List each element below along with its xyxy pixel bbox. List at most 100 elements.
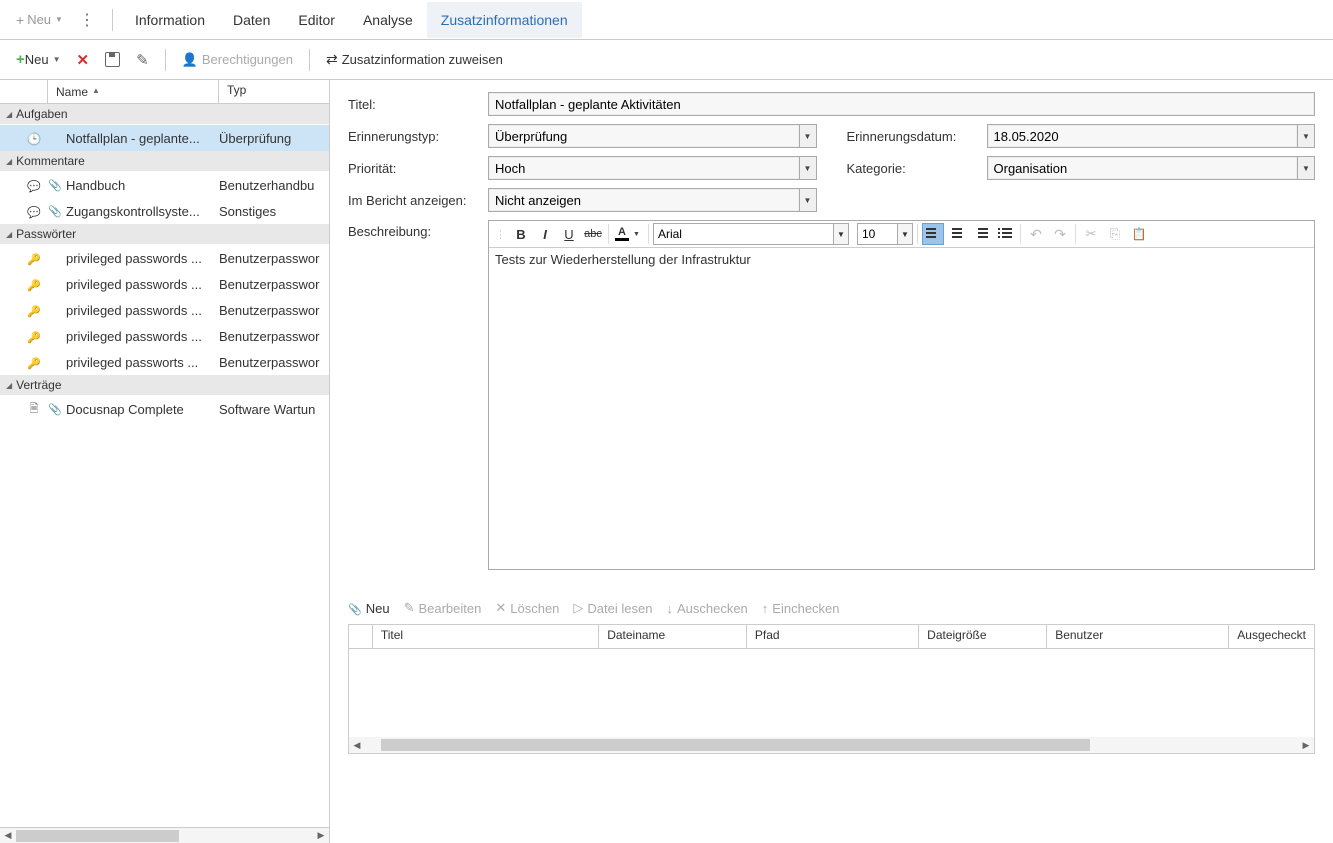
font-name-select[interactable]: ▼: [653, 223, 849, 245]
tab-analyse[interactable]: Analyse: [349, 2, 427, 38]
list-item[interactable]: Docusnap CompleteSoftware Wartun: [0, 396, 329, 422]
input-erinnerungstyp[interactable]: [488, 124, 799, 148]
group-header[interactable]: ◢Verträge: [0, 375, 329, 396]
column-benutzer[interactable]: Benutzer: [1047, 625, 1229, 648]
paperclip-icon: [48, 204, 62, 218]
clock-icon: [20, 131, 48, 146]
column-ausgecheckt[interactable]: Ausgecheckt: [1229, 625, 1314, 648]
scroll-right-icon[interactable]: ▶: [1298, 740, 1314, 751]
attachments-section: Neu ✎ Bearbeiten ✕ Löschen ▷ Datei lesen…: [348, 596, 1315, 754]
scroll-left-icon[interactable]: ◀: [0, 830, 16, 841]
horizontal-scrollbar[interactable]: ◀ ▶: [0, 827, 329, 843]
attachment-new-button[interactable]: Neu: [348, 601, 390, 616]
label-erinnerungstyp: Erinnerungstyp:: [348, 129, 488, 144]
sidebar-tree[interactable]: ◢AufgabenNotfallplan - geplante...Überpr…: [0, 104, 329, 827]
column-titel[interactable]: Titel: [373, 625, 599, 648]
list-item[interactable]: privileged passworts ...Benutzerpasswor: [0, 349, 329, 375]
group-header[interactable]: ◢Kommentare: [0, 151, 329, 172]
plus-icon: +: [16, 51, 25, 68]
input-prioritaet[interactable]: [488, 156, 799, 180]
font-name-input[interactable]: [653, 223, 833, 245]
separator: [309, 49, 310, 71]
column-blank[interactable]: [349, 625, 373, 648]
editor-content[interactable]: Tests zur Wiederherstellung der Infrastr…: [489, 248, 1314, 569]
more-menu[interactable]: ⋮: [71, 10, 104, 30]
swap-icon: [326, 51, 338, 68]
font-color-button[interactable]: A ▼: [613, 223, 644, 245]
tab-information[interactable]: Information: [121, 2, 219, 38]
sidebar: Name ▲ Typ ◢AufgabenNotfallplan - geplan…: [0, 80, 330, 843]
list-item[interactable]: privileged passwords ...Benutzerpasswor: [0, 297, 329, 323]
tab-editor[interactable]: Editor: [284, 2, 349, 38]
rich-text-editor: ⋮ B I U abc A ▼ ▼: [488, 220, 1315, 570]
align-left-button[interactable]: [922, 223, 944, 245]
paperclip-icon: [48, 402, 62, 416]
label-kategorie: Kategorie:: [847, 161, 987, 176]
label-prioritaet: Priorität:: [348, 161, 488, 176]
input-kategorie[interactable]: [987, 156, 1298, 180]
item-name: privileged passworts ...: [62, 355, 219, 370]
comment-icon: [20, 178, 48, 193]
list-item[interactable]: Zugangskontrollsyste...Sonstiges: [0, 198, 329, 224]
bullet-list-button[interactable]: [994, 223, 1016, 245]
group-header[interactable]: ◢Aufgaben: [0, 104, 329, 125]
new-button[interactable]: + Neu ▼: [8, 47, 69, 72]
list-item[interactable]: privileged passwords ...Benutzerpasswor: [0, 245, 329, 271]
key-icon: [20, 329, 48, 344]
align-center-button[interactable]: [946, 223, 968, 245]
delete-button[interactable]: ✕: [69, 47, 98, 73]
pencil-icon: ✎: [404, 600, 415, 616]
font-size-select[interactable]: ▼: [857, 223, 913, 245]
close-icon: ✕: [495, 600, 506, 616]
bold-button[interactable]: B: [510, 223, 532, 245]
dropdown-button[interactable]: ▼: [799, 188, 817, 212]
attachments-toolbar: Neu ✎ Bearbeiten ✕ Löschen ▷ Datei lesen…: [348, 596, 1315, 624]
column-typ[interactable]: Typ: [219, 80, 329, 103]
horizontal-scrollbar[interactable]: ◀ ▶: [349, 737, 1314, 753]
scroll-left-icon[interactable]: ◀: [349, 740, 365, 751]
label-erinnerungsdatum: Erinnerungsdatum:: [847, 129, 987, 144]
tab-zusatzinformationen[interactable]: Zusatzinformationen: [427, 2, 582, 38]
scrollbar-thumb[interactable]: [16, 830, 179, 842]
dropdown-button[interactable]: ▼: [1297, 156, 1315, 180]
italic-button[interactable]: I: [534, 223, 556, 245]
attachments-body[interactable]: [349, 649, 1314, 737]
font-size-input[interactable]: [857, 223, 897, 245]
list-item[interactable]: privileged passwords ...Benutzerpasswor: [0, 323, 329, 349]
column-name[interactable]: Name ▲: [48, 80, 219, 103]
input-titel[interactable]: [488, 92, 1315, 116]
dropdown-button[interactable]: ▼: [799, 124, 817, 148]
group-header[interactable]: ◢Passwörter: [0, 224, 329, 245]
chevron-down-icon[interactable]: ▼: [833, 223, 849, 245]
column-pfad[interactable]: Pfad: [747, 625, 919, 648]
sort-ascending-icon: ▲: [92, 86, 100, 95]
scroll-right-icon[interactable]: ▶: [313, 830, 329, 841]
underline-button[interactable]: U: [558, 223, 580, 245]
editor-toolbar: ⋮ B I U abc A ▼ ▼: [489, 221, 1314, 248]
upload-icon: ↑: [762, 601, 769, 616]
list-item[interactable]: Notfallplan - geplante...Überprüfung: [0, 125, 329, 151]
align-right-button[interactable]: [970, 223, 992, 245]
column-dateigroesse[interactable]: Dateigröße: [919, 625, 1047, 648]
dropdown-button[interactable]: ▼: [799, 156, 817, 180]
main-content: Titel: Erinnerungstyp: ▼ Erinnerungsdatu…: [330, 80, 1333, 843]
item-name: privileged passwords ...: [62, 303, 219, 318]
edit-button[interactable]: ✎: [128, 47, 157, 73]
key-icon: [20, 355, 48, 370]
assign-button[interactable]: Zusatzinformation zuweisen: [318, 47, 511, 72]
strikethrough-button[interactable]: abc: [582, 223, 604, 245]
tab-daten[interactable]: Daten: [219, 2, 284, 38]
key-icon: [20, 277, 48, 292]
column-dateiname[interactable]: Dateiname: [599, 625, 747, 648]
scrollbar-thumb[interactable]: [381, 739, 1090, 751]
list-item[interactable]: HandbuchBenutzerhandbu: [0, 172, 329, 198]
attachments-header: Titel Dateiname Pfad Dateigröße Benutzer…: [349, 625, 1314, 649]
column-icons[interactable]: [0, 80, 48, 103]
dropdown-button[interactable]: ▼: [1297, 124, 1315, 148]
input-bericht[interactable]: [488, 188, 799, 212]
save-button[interactable]: [97, 48, 128, 71]
chevron-down-icon: ▼: [53, 55, 61, 64]
chevron-down-icon[interactable]: ▼: [897, 223, 913, 245]
input-erinnerungsdatum[interactable]: [987, 124, 1298, 148]
list-item[interactable]: privileged passwords ...Benutzerpasswor: [0, 271, 329, 297]
